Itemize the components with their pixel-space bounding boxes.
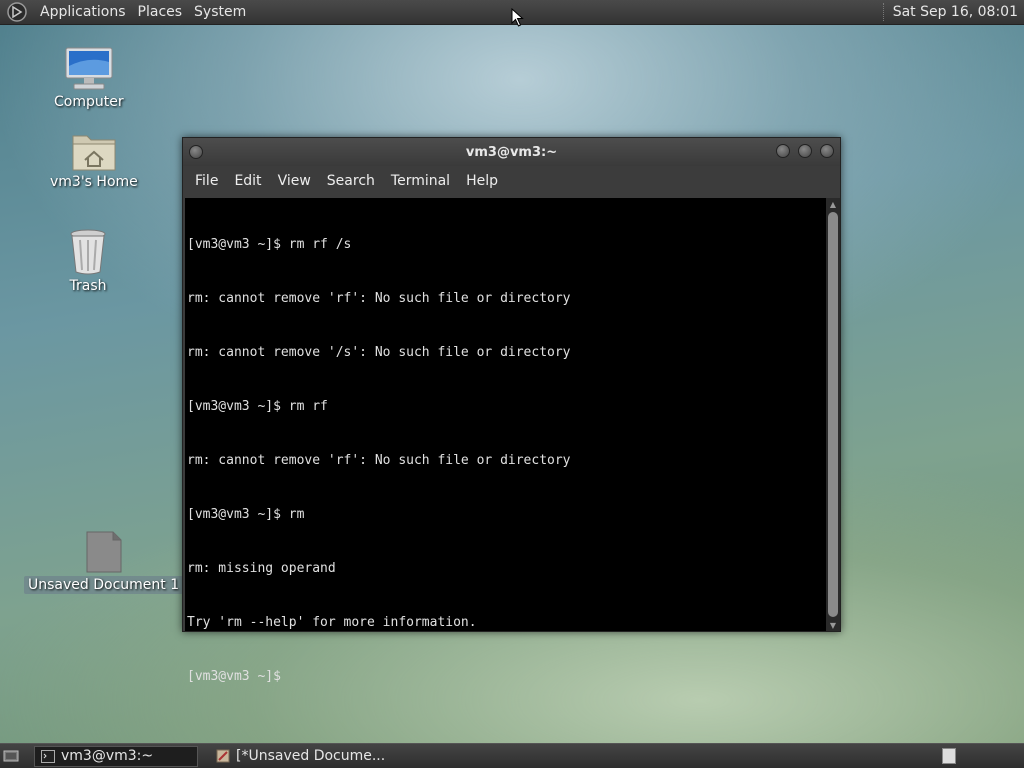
clock[interactable]: Sat Sep 16, 08:01 — [893, 4, 1024, 20]
terminal-line: [vm3@vm3 ~]$ rm rf /s — [187, 237, 352, 252]
window-menu-button[interactable] — [189, 145, 203, 159]
taskbar-item-terminal[interactable]: vm3@vm3:~ — [34, 745, 198, 767]
desktop-icon-computer[interactable]: Computer — [54, 46, 124, 110]
desktop-icon-label: Unsaved Document 1 — [24, 576, 184, 594]
minimize-button[interactable] — [776, 144, 790, 158]
menu-view[interactable]: View — [270, 173, 319, 189]
home-folder-icon — [72, 135, 116, 171]
desktop-icon-trash[interactable]: Trash — [68, 228, 108, 294]
maximize-button[interactable] — [798, 144, 812, 158]
close-button[interactable] — [820, 144, 834, 158]
terminal-menubar: File Edit View Search Terminal Help — [183, 166, 840, 196]
terminal-line: rm: cannot remove 'rf': No such file or … — [187, 453, 571, 468]
menu-file[interactable]: File — [187, 173, 226, 189]
clock-area: Sat Sep 16, 08:01 — [882, 0, 1024, 25]
show-desktop-button[interactable] — [0, 744, 22, 768]
terminal-window[interactable]: vm3@vm3:~ File Edit View Search Terminal… — [182, 137, 841, 684]
window-titlebar[interactable]: vm3@vm3:~ — [183, 138, 840, 166]
terminal-line: Try 'rm --help' for more information. — [187, 615, 477, 630]
distro-logo-icon[interactable] — [6, 1, 28, 23]
computer-icon — [65, 47, 113, 90]
terminal-prompt: [vm3@vm3 ~]$ — [187, 669, 281, 684]
menu-places[interactable]: Places — [132, 0, 189, 25]
show-desktop-icon — [3, 750, 19, 762]
menu-help[interactable]: Help — [458, 173, 506, 189]
desktop-icon-label: Computer — [54, 94, 124, 110]
desktop-icon-unsaved-document[interactable]: Unsaved Document 1 — [24, 530, 184, 594]
window-controls — [776, 144, 834, 158]
scroll-down-arrow-icon[interactable]: ▼ — [826, 619, 840, 631]
taskbar-item-label: [*Unsaved Docume... — [236, 748, 386, 764]
taskbar-item-label: vm3@vm3:~ — [61, 748, 154, 764]
menu-system[interactable]: System — [188, 0, 252, 25]
menu-edit[interactable]: Edit — [226, 173, 269, 189]
trash-icon — [70, 229, 106, 275]
desktop-icon-home[interactable]: vm3's Home — [50, 130, 138, 190]
terminal-line: rm: missing operand — [187, 561, 336, 576]
terminal-line: [vm3@vm3 ~]$ rm — [187, 507, 305, 522]
menu-terminal[interactable]: Terminal — [383, 173, 458, 189]
scroll-up-arrow-icon[interactable]: ▲ — [826, 198, 840, 210]
window-title: vm3@vm3:~ — [465, 144, 558, 160]
panel-separator — [882, 3, 885, 21]
desktop-icon-label: Trash — [69, 278, 107, 294]
menu-applications[interactable]: Applications — [34, 0, 132, 25]
bottom-panel: vm3@vm3:~ [*Unsaved Docume... — [0, 743, 1024, 768]
mouse-pointer-icon — [511, 8, 524, 27]
terminal-icon — [41, 749, 55, 763]
terminal-line: [vm3@vm3 ~]$ rm rf — [187, 399, 328, 414]
terminal-scrollbar[interactable]: ▲ ▼ — [826, 198, 840, 631]
terminal-line: rm: cannot remove '/s': No such file or … — [187, 345, 571, 360]
workspace-switcher[interactable] — [942, 748, 956, 764]
terminal-line: rm: cannot remove 'rf': No such file or … — [187, 291, 571, 306]
menu-search[interactable]: Search — [319, 173, 383, 189]
text-editor-icon — [216, 749, 230, 763]
desktop-icon-label: vm3's Home — [50, 174, 138, 190]
taskbar-item-text-editor[interactable]: [*Unsaved Docume... — [210, 746, 410, 767]
scroll-thumb[interactable] — [828, 212, 838, 617]
document-icon — [86, 531, 122, 573]
terminal-output[interactable]: [vm3@vm3 ~]$ rm rf /s rm: cannot remove … — [185, 198, 826, 684]
